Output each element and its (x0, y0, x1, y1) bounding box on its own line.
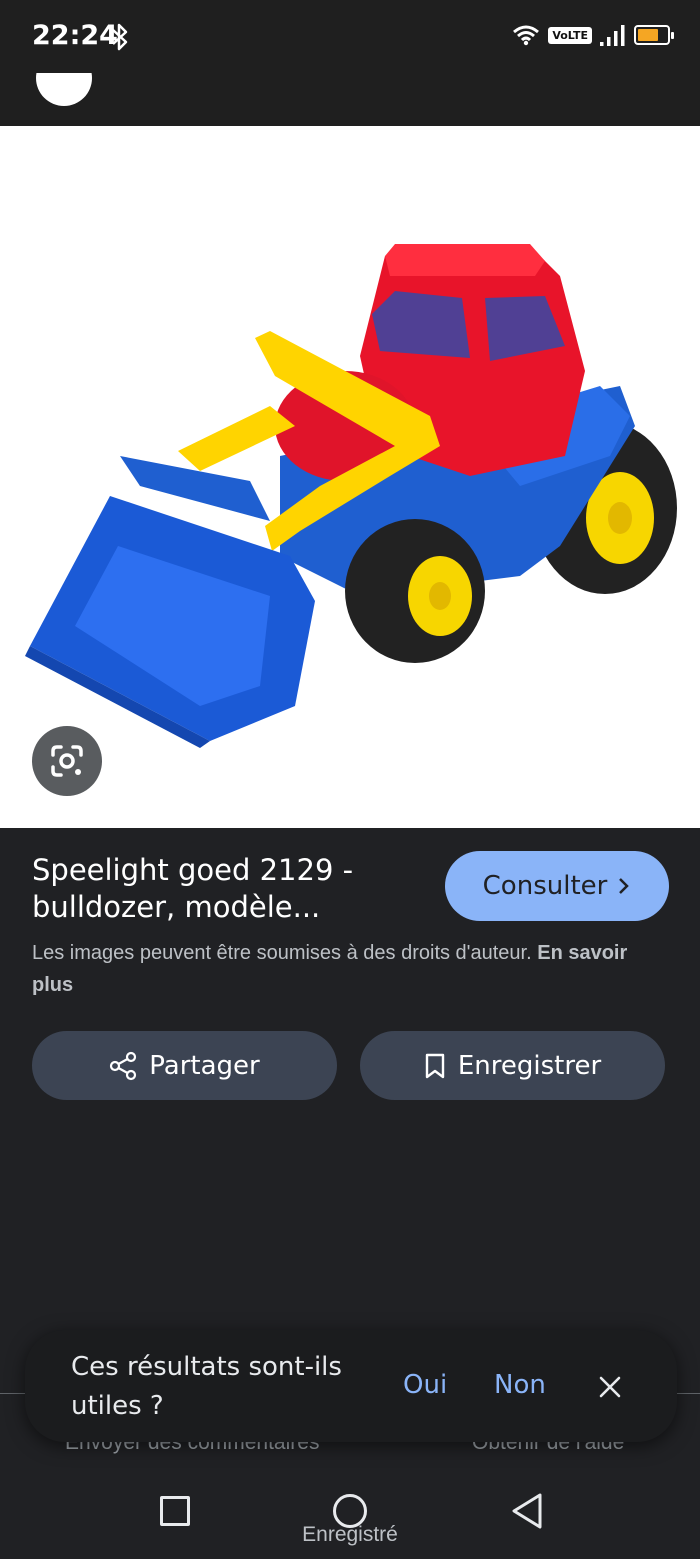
share-label: Partager (149, 1050, 260, 1081)
signal-icon (600, 25, 625, 46)
feedback-bar: Ces résultats sont-ils utiles ? Oui Non (25, 1330, 677, 1442)
share-button[interactable]: Partager (32, 1031, 337, 1100)
save-label: Enregistrer (457, 1050, 602, 1081)
status-time: 22:24 (32, 20, 118, 51)
wifi-icon (513, 25, 540, 46)
consult-button[interactable]: Consulter (445, 851, 669, 921)
top-bar (0, 73, 700, 126)
saved-toast: Enregistré (302, 1523, 398, 1546)
volte-badge: VoLTE (548, 26, 592, 44)
toy-loader-tractor-image (25, 244, 677, 748)
close-icon[interactable] (595, 1372, 625, 1402)
feedback-question: Ces résultats sont-ils utiles ? (71, 1352, 342, 1421)
copyright-text: Les images peuvent être soumises à des d… (32, 942, 532, 964)
share-icon (110, 1051, 137, 1080)
lens-search-button[interactable] (32, 726, 102, 796)
feedback-yes-button[interactable]: Oui (403, 1370, 447, 1400)
bookmark-icon (425, 1053, 445, 1078)
save-button[interactable]: Enregistrer (360, 1031, 665, 1100)
battery-icon (634, 25, 674, 45)
copyright-notice: Les images peuvent être soumises à des d… (32, 937, 662, 1001)
consult-label: Consulter (482, 871, 608, 901)
result-title[interactable]: Speelight goed 2129 - bulldozer, modèle.… (32, 852, 412, 926)
image-preview[interactable] (0, 126, 700, 828)
feedback-no-button[interactable]: Non (494, 1370, 546, 1400)
chevron-right-icon (619, 878, 630, 894)
status-bar: 22:24 VoLTE (0, 0, 700, 95)
avatar[interactable] (36, 73, 92, 106)
recents-button[interactable] (160, 1496, 190, 1526)
bluetooth-icon (112, 23, 128, 51)
google-lens-icon (51, 745, 83, 777)
